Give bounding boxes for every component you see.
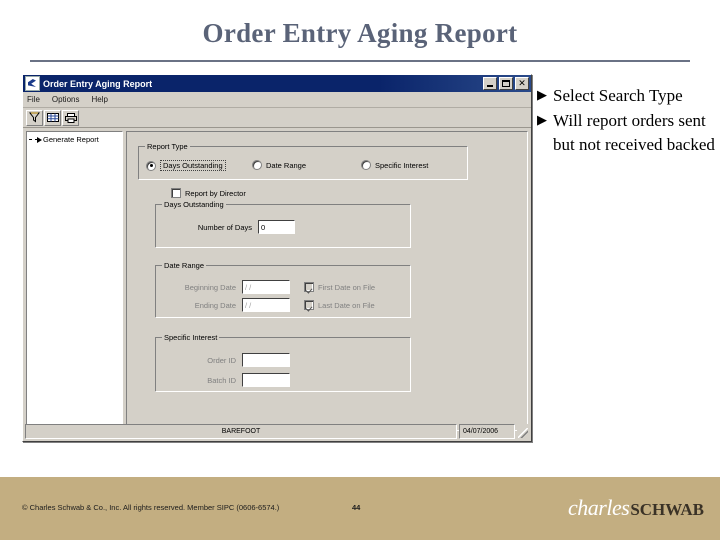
checkbox-label: Report by Director [185, 188, 246, 198]
bullet-text: Will report orders sent but not received… [553, 111, 715, 154]
batch-id-label: Batch ID [207, 376, 236, 385]
radio-label: Date Range [266, 160, 307, 170]
print-icon [64, 112, 77, 123]
toolbar [23, 108, 531, 128]
window-titlebar: Order Entry Aging Report ✕ [23, 75, 531, 92]
menu-item-help[interactable]: Help [91, 95, 107, 104]
specific-interest-legend: Specific Interest [162, 333, 220, 342]
menu-bar: File Options Help [23, 92, 531, 108]
window-controls: ✕ [483, 77, 529, 90]
app-window-icon [25, 76, 40, 91]
radio-button-icon [252, 160, 262, 170]
navigation-tree[interactable]: Generate Report [26, 131, 123, 431]
checkbox-icon [304, 300, 314, 310]
bullet-text: Select Search Type [553, 86, 683, 105]
radio-date-range[interactable]: Date Range [252, 160, 306, 170]
report-type-legend: Report Type [145, 142, 190, 151]
logo-charles-text: charles [568, 495, 630, 520]
radio-days-outstanding[interactable]: Days Outstanding [146, 160, 226, 171]
ending-date-input[interactable]: / / [242, 298, 290, 312]
menu-item-file[interactable]: File [27, 95, 40, 104]
checkbox-report-by-director[interactable]: Report by Director [171, 188, 246, 198]
footer: © Charles Schwab & Co., Inc. All rights … [0, 477, 720, 540]
number-of-days-input[interactable]: 0 [258, 220, 295, 234]
schwab-logo: charles SCHWAB [568, 495, 704, 521]
page-title: Order Entry Aging Report [202, 18, 518, 48]
checkbox-first-date-on-file[interactable]: First Date on File [304, 282, 375, 292]
checkbox-label: First Date on File [318, 282, 376, 292]
bullet-arrow-icon: ▶ [537, 88, 547, 103]
checkbox-label: Last Date on File [318, 300, 375, 310]
tree-item-generate-report[interactable]: Generate Report [29, 135, 120, 144]
menu-item-options[interactable]: Options [52, 95, 80, 104]
radio-specific-interest[interactable]: Specific Interest [361, 160, 428, 170]
report-options-form: Report Type Days Outstanding Date Range … [126, 131, 528, 431]
batch-id-input[interactable] [242, 373, 290, 387]
checkbox-icon [171, 188, 181, 198]
tree-item-label: Generate Report [43, 135, 99, 144]
ending-date-label: Ending Date [194, 301, 236, 310]
bullet-arrow-icon: ▶ [537, 113, 547, 128]
tree-arrow-icon [29, 135, 43, 144]
filter-icon-button[interactable] [26, 109, 43, 126]
date-range-legend: Date Range [162, 261, 207, 270]
report-type-group: Report Type Days Outstanding Date Range … [138, 142, 468, 180]
list-item: ▶ Select Search Type [537, 84, 717, 108]
status-user: BAREFOOT [25, 424, 457, 439]
window-client-area: Generate Report Report Type Days Outstan… [23, 128, 531, 434]
radio-button-icon [146, 160, 156, 171]
list-item: ▶ Will report orders sent but not receiv… [537, 109, 717, 157]
status-bar: BAREFOOT 04/07/2006 [25, 424, 529, 439]
days-outstanding-legend: Days Outstanding [162, 200, 226, 209]
number-of-days-label: Number of Days [197, 223, 252, 232]
bullet-list: ▶ Select Search Type ▶ Will report order… [537, 84, 717, 158]
footer-copyright: © Charles Schwab & Co., Inc. All rights … [22, 503, 280, 512]
print-icon-button[interactable] [62, 109, 79, 126]
radio-label: Specific Interest [375, 160, 429, 170]
beginning-date-label: Beginning Date [184, 283, 236, 292]
order-id-label: Order ID [207, 356, 236, 365]
close-button[interactable]: ✕ [515, 77, 529, 90]
radio-button-icon [361, 160, 371, 170]
days-outstanding-group: Days Outstanding Number of Days 0 [155, 200, 411, 248]
logo-schwab-text: SCHWAB [630, 500, 704, 519]
grid-icon [46, 113, 59, 122]
maximize-button[interactable] [499, 77, 513, 90]
window-title: Order Entry Aging Report [43, 78, 153, 89]
resize-grip-icon[interactable] [517, 424, 529, 439]
filter-icon [29, 112, 40, 123]
beginning-date-input[interactable]: / / [242, 280, 290, 294]
checkbox-icon [304, 282, 314, 292]
checkbox-last-date-on-file[interactable]: Last Date on File [304, 300, 375, 310]
app-window: Order Entry Aging Report ✕ File Options … [22, 74, 532, 442]
page-number: 44 [352, 503, 361, 512]
title-divider [30, 60, 690, 62]
specific-interest-group: Specific Interest Order ID Batch ID [155, 333, 411, 392]
grid-icon-button[interactable] [44, 109, 61, 126]
minimize-button[interactable] [483, 77, 497, 90]
date-range-group: Date Range Beginning Date / / First Date… [155, 261, 411, 318]
close-icon: ✕ [518, 78, 526, 88]
radio-label: Days Outstanding [160, 160, 226, 171]
order-id-input[interactable] [242, 353, 290, 367]
status-date: 04/07/2006 [459, 424, 515, 439]
